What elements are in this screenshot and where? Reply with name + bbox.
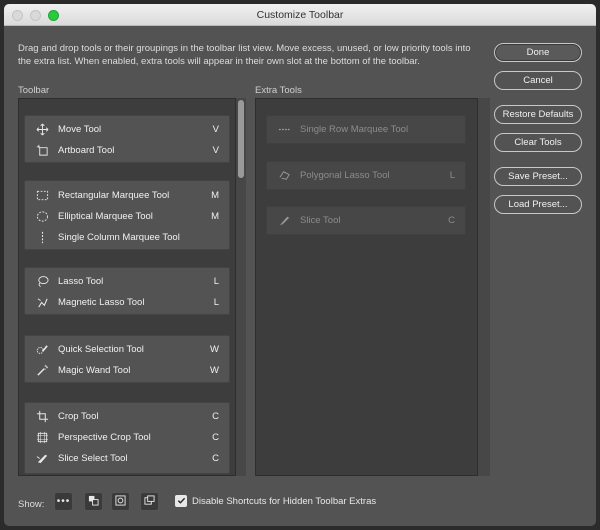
ellipse-marquee-icon	[35, 210, 49, 224]
show-quick-mask-button[interactable]	[111, 492, 130, 511]
lasso-icon	[35, 275, 49, 289]
tool-row[interactable]: Lasso Tool L	[25, 271, 229, 292]
tool-label: Slice Select Tool	[58, 453, 128, 464]
tool-row[interactable]: Artboard Tool V	[25, 140, 229, 161]
tool-label: Crop Tool	[58, 411, 99, 422]
quick-mask-icon	[115, 495, 126, 508]
show-label: Show:	[18, 499, 45, 510]
extra-tool-item[interactable]: Slice Tool C	[266, 206, 466, 235]
tool-label: Single Column Marquee Tool	[58, 232, 180, 243]
tool-shortcut: V	[212, 124, 219, 135]
tool-row[interactable]: Move Tool V	[25, 119, 229, 140]
tool-label: Magnetic Lasso Tool	[58, 297, 145, 308]
tool-shortcut: W	[210, 365, 219, 376]
polygonal-lasso-icon	[277, 169, 291, 183]
tool-shortcut: M	[211, 190, 219, 201]
tool-label: Magic Wand Tool	[58, 365, 131, 376]
tool-row[interactable]: Magic Wand Tool W	[25, 360, 229, 381]
color-swatch-icon	[88, 495, 99, 508]
tool-group[interactable]: Move Tool V Artboard Tool V	[24, 115, 230, 163]
load-preset-button[interactable]: Load Preset...	[494, 195, 582, 214]
tool-group[interactable]: Crop Tool C Perspective Crop Tool C Slic…	[24, 402, 230, 474]
toolbar-section-label: Toolbar	[18, 85, 50, 96]
tool-row[interactable]: Crop Tool C	[25, 406, 229, 427]
tool-label: Artboard Tool	[58, 145, 115, 156]
slice-select-icon	[35, 452, 49, 466]
perspective-crop-icon	[35, 431, 49, 445]
toolbar-scrollbar[interactable]	[236, 98, 246, 476]
tool-row[interactable]: Elliptical Marquee Tool M	[25, 206, 229, 227]
tool-label: Perspective Crop Tool	[58, 432, 151, 443]
tool-shortcut: C	[212, 432, 219, 443]
footer-bar: Show: ••• Disable Shortcuts for Hidden T…	[4, 482, 596, 526]
tool-shortcut: L	[213, 276, 219, 287]
tool-row[interactable]: Single Column Marquee Tool	[25, 227, 229, 248]
tool-shortcut: C	[212, 411, 219, 422]
tool-row[interactable]: Rectangular Marquee Tool M	[25, 185, 229, 206]
crop-icon	[35, 410, 49, 424]
tool-label: Quick Selection Tool	[58, 344, 144, 355]
tool-shortcut: L	[449, 170, 455, 181]
rect-marquee-icon	[35, 189, 49, 203]
cancel-button[interactable]: Cancel	[494, 71, 582, 90]
column-marquee-icon	[35, 231, 49, 245]
tool-row[interactable]: Magnetic Lasso Tool L	[25, 292, 229, 313]
disable-shortcuts-label[interactable]: Disable Shortcuts for Hidden Toolbar Ext…	[192, 496, 376, 507]
extra-tools-list[interactable]	[255, 98, 478, 476]
extra-tools-section-label: Extra Tools	[255, 85, 302, 96]
tool-label: Single Row Marquee Tool	[300, 124, 409, 135]
scrollbar-thumb[interactable]	[238, 100, 244, 178]
tool-group[interactable]: Lasso Tool L Magnetic Lasso Tool L	[24, 267, 230, 315]
tool-group[interactable]: Rectangular Marquee Tool M Elliptical Ma…	[24, 180, 230, 250]
tool-label: Rectangular Marquee Tool	[58, 190, 170, 201]
tool-row[interactable]: Slice Select Tool C	[25, 448, 229, 469]
tool-label: Elliptical Marquee Tool	[58, 211, 153, 222]
more-dots-icon: •••	[56, 495, 71, 507]
tool-row[interactable]: Quick Selection Tool W	[25, 339, 229, 360]
show-extras-button[interactable]: •••	[54, 492, 73, 511]
show-screen-mode-button[interactable]	[140, 492, 159, 511]
quick-selection-icon	[35, 343, 49, 357]
tool-shortcut: W	[210, 344, 219, 355]
done-button[interactable]: Done	[494, 43, 582, 62]
restore-defaults-button[interactable]: Restore Defaults	[494, 105, 582, 124]
save-preset-button[interactable]: Save Preset...	[494, 167, 582, 186]
extra-tool-item[interactable]: Polygonal Lasso Tool L	[266, 161, 466, 190]
tool-label: Move Tool	[58, 124, 102, 135]
tool-label: Slice Tool	[300, 215, 341, 226]
customize-toolbar-window: Customize Toolbar Drag and drop tools or…	[4, 4, 596, 526]
clear-tools-button[interactable]: Clear Tools	[494, 133, 582, 152]
screen-mode-icon	[144, 495, 155, 508]
tool-shortcut: M	[211, 211, 219, 222]
show-color-swatches-button[interactable]	[84, 492, 103, 511]
tool-shortcut: C	[212, 453, 219, 464]
tool-label: Polygonal Lasso Tool	[300, 170, 390, 181]
magic-wand-icon	[35, 364, 49, 378]
tool-label: Lasso Tool	[58, 276, 104, 287]
extra-tools-gutter	[478, 98, 490, 476]
tool-shortcut: V	[212, 145, 219, 156]
instructions-text: Drag and drop tools or their groupings i…	[18, 43, 471, 67]
titlebar: Customize Toolbar	[4, 4, 596, 26]
magnetic-lasso-icon	[35, 296, 49, 310]
tool-row[interactable]: Perspective Crop Tool C	[25, 427, 229, 448]
checkmark-icon	[177, 496, 186, 507]
window-title: Customize Toolbar	[256, 9, 344, 21]
move-icon	[35, 123, 49, 137]
disable-shortcuts-checkbox[interactable]	[175, 495, 187, 507]
artboard-icon	[35, 144, 49, 158]
extra-tool-item[interactable]: Single Row Marquee Tool	[266, 115, 466, 144]
row-marquee-icon	[277, 123, 291, 137]
tool-shortcut: C	[448, 215, 455, 226]
tool-shortcut: L	[213, 297, 219, 308]
slice-icon	[277, 214, 291, 228]
tool-group[interactable]: Quick Selection Tool W Magic Wand Tool W	[24, 335, 230, 383]
